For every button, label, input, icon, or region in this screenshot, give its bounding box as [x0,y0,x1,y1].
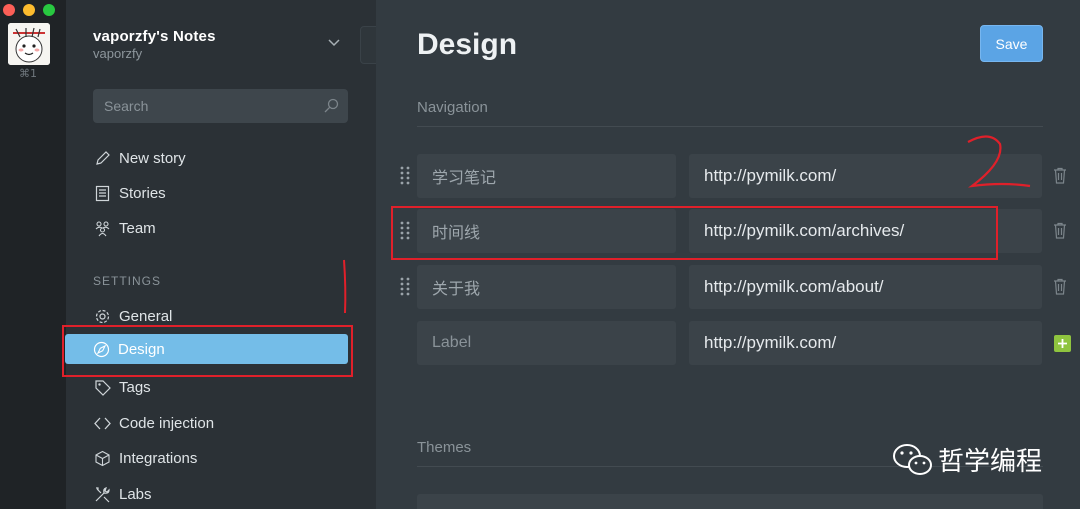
search-box[interactable] [93,89,348,123]
tools-icon [93,485,111,503]
sidebar-item-integrations[interactable]: Integrations [93,443,348,473]
trash-icon[interactable] [1053,278,1067,295]
window-controls [3,4,55,16]
watermark: 哲学编程 [892,441,1042,478]
sidebar-item-label: Code injection [119,414,215,432]
navigation-row: 关于我 http://pymilk.com/about/ [393,265,1073,309]
box-icon [93,449,111,467]
trash-icon[interactable] [1053,167,1067,184]
annotation-mark-1 [343,259,347,314]
annotation-highlight-row [391,206,998,260]
drag-handle-icon[interactable] [399,165,411,185]
search-input[interactable] [93,89,348,123]
sidebar-item-label: Tags [119,378,151,396]
wechat-logo-icon [893,443,932,475]
watermark-text: 哲学编程 [938,447,1043,477]
sidebar-item-code-injection[interactable]: Code injection [93,408,348,438]
team-icon [93,219,111,237]
list-icon [93,184,111,202]
annotation-highlight-design [62,325,353,377]
search-icon [324,98,339,113]
chevron-down-icon[interactable] [327,36,341,50]
nav-url-input[interactable]: http://pymilk.com/about/ [689,265,1042,309]
nav-label-input[interactable]: 关于我 [417,265,676,309]
plus-icon [1058,339,1067,348]
sidebar-item-team[interactable]: Team [93,213,348,243]
settings-heading: SETTINGS [93,274,162,288]
new-label-input[interactable]: Label [417,321,676,365]
annotation-mark-2 [967,135,1031,188]
add-item-button[interactable] [1054,335,1071,352]
themes-heading: Themes [417,439,472,456]
maximize-window-button[interactable] [43,4,55,16]
sidebar-item-label: Integrations [119,449,198,467]
sidebar-item-label: New story [119,149,186,167]
sidebar-item-label: Labs [119,485,152,503]
new-url-input[interactable]: http://pymilk.com/ [689,321,1042,365]
divider [417,126,1043,127]
trash-icon[interactable] [1053,222,1067,239]
sidebar-item-labs[interactable]: Labs [93,479,348,509]
new-navigation-row: Label http://pymilk.com/ [393,321,1073,365]
avatar-sticker-icon [8,23,50,65]
page-title: Design [417,28,518,61]
save-button[interactable]: Save [980,25,1043,62]
tag-icon [93,378,111,396]
sidebar-item-label: General [119,307,173,325]
code-icon [93,414,111,432]
blog-avatar[interactable] [8,23,50,65]
sidebar-item-label: Team [119,219,156,237]
close-window-button[interactable] [3,4,15,16]
blog-shortcut-label: ⌘1 [19,67,37,80]
pen-icon [93,149,111,167]
minimize-window-button[interactable] [23,4,35,16]
blog-title[interactable]: vaporzfy's Notes [93,28,216,45]
drag-handle-icon[interactable] [399,276,411,296]
sidebar-item-new-story[interactable]: New story [93,143,348,173]
themes-list [417,494,1043,509]
sidebar-item-label: Stories [119,184,166,202]
app-window: ⌘1 vaporzfy's Notes vaporzfy New story S… [0,0,1080,509]
blog-switcher-rail: ⌘1 [0,0,66,509]
gear-icon [93,307,111,325]
blog-username: vaporzfy [93,46,143,61]
navigation-heading: Navigation [417,99,488,116]
sidebar-item-stories[interactable]: Stories [93,178,348,208]
nav-label-input[interactable]: 学习笔记 [417,154,676,198]
